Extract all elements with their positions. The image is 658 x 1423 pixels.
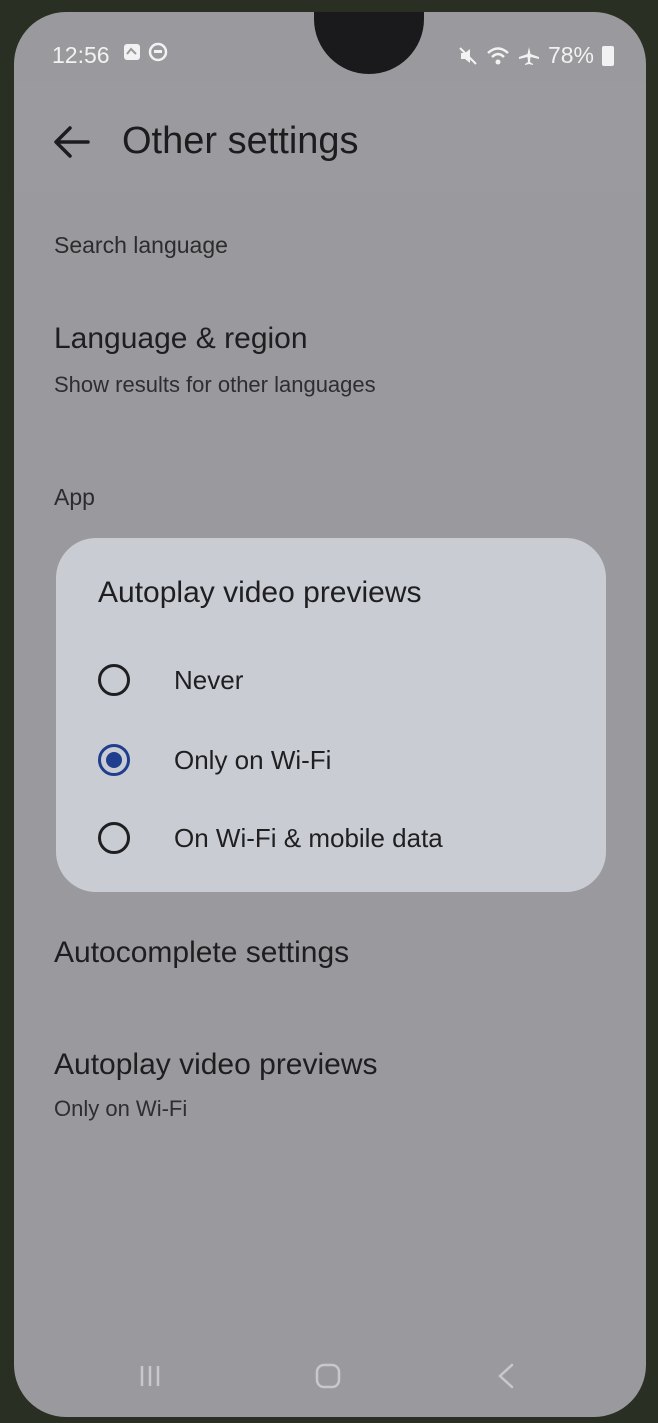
radio-label-only-wifi: Only on Wi-Fi xyxy=(174,744,332,775)
autocomplete-title: Autocomplete settings xyxy=(54,936,350,969)
status-time: 12:56 xyxy=(52,42,110,68)
home-icon xyxy=(315,1363,341,1389)
page-title: Other settings xyxy=(122,120,359,162)
recents-button[interactable] xyxy=(128,1354,172,1398)
battery-percent: 78% xyxy=(547,42,594,68)
gallery-notification-icon xyxy=(124,44,140,60)
radio-never[interactable]: Never xyxy=(98,654,243,706)
back-icon xyxy=(498,1363,514,1389)
radio-label-wifi-mobile: On Wi-Fi & mobile data xyxy=(174,822,443,853)
radio-checked-icon[interactable] xyxy=(98,744,130,776)
radio-wifi-mobile[interactable]: On Wi-Fi & mobile data xyxy=(98,812,443,864)
app-bar: Other settings xyxy=(14,82,646,192)
dialog-title: Autoplay video previews xyxy=(98,576,422,609)
back-arrow-icon[interactable] xyxy=(50,122,94,162)
phone-frame: 12:56 78% Other settings Search language… xyxy=(0,0,658,1423)
radio-dot xyxy=(106,752,122,768)
navigation-bar xyxy=(14,1332,646,1412)
language-region-title: Language & region xyxy=(54,322,308,355)
messenger-notification-icon xyxy=(148,42,168,62)
home-button[interactable] xyxy=(306,1354,350,1398)
radio-unchecked-icon[interactable] xyxy=(98,664,130,696)
autoplay-title: Autoplay video previews xyxy=(54,1048,378,1081)
autoplay-dialog: Autoplay video previews Never Only on Wi… xyxy=(56,538,606,892)
battery-icon xyxy=(602,45,614,66)
back-button[interactable] xyxy=(484,1354,528,1398)
status-right: 78% xyxy=(458,42,614,69)
airplane-mode-icon xyxy=(518,46,539,65)
radio-label-never: Never xyxy=(174,664,244,695)
radio-only-wifi[interactable]: Only on Wi-Fi xyxy=(98,734,331,786)
recents-icon xyxy=(140,1366,160,1386)
wifi-icon xyxy=(487,46,509,64)
screen: 12:56 78% Other settings Search language… xyxy=(14,12,646,1417)
autoplay-subtitle: Only on Wi-Fi xyxy=(54,1096,188,1121)
section-search-language: Search language xyxy=(54,232,228,258)
radio-unchecked-icon[interactable] xyxy=(98,822,130,854)
section-app: App xyxy=(54,484,95,510)
language-region-subtitle: Show results for other languages xyxy=(54,372,376,397)
mute-icon xyxy=(459,46,477,65)
